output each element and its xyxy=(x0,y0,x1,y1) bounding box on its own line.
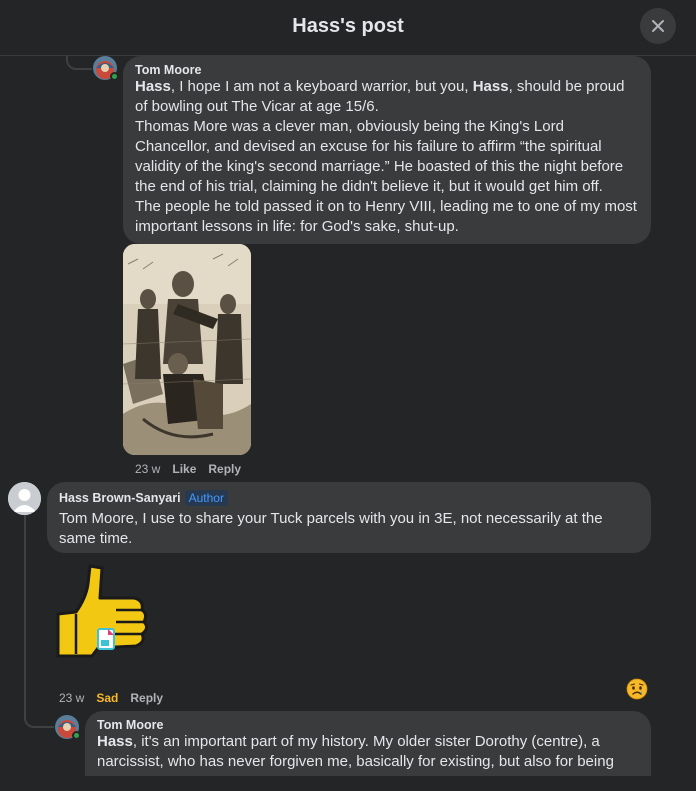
comment-timestamp[interactable]: 23 w xyxy=(59,691,84,705)
online-status-indicator xyxy=(72,731,81,740)
reply-button[interactable]: Reply xyxy=(130,691,163,705)
comment-author-row: Hass Brown-Sanyari Author xyxy=(59,490,639,506)
sad-face-icon xyxy=(626,678,648,700)
thumbs-up-icon xyxy=(56,564,149,658)
thread-connector xyxy=(24,700,54,728)
sad-reaction-button[interactable]: Sad xyxy=(96,691,118,705)
comment-author[interactable]: Tom Moore xyxy=(97,718,639,732)
like-button[interactable]: Like xyxy=(172,462,196,476)
mention-link[interactable]: Hass xyxy=(473,78,509,95)
comment-text-part: , it's an important part of my history. … xyxy=(97,733,614,770)
thread-line xyxy=(24,515,26,720)
bottom-edge xyxy=(0,776,696,791)
comment-bubble: Hass Brown-Sanyari Author Tom Moore, I us… xyxy=(47,482,651,553)
comment-bubble: Tom Moore Hass, I hope I am not a keyboa… xyxy=(123,56,651,244)
comment-text: Hass, it's an important part of my histo… xyxy=(97,732,639,772)
comment-text: Tom Moore, I use to share your Tuck parc… xyxy=(59,510,603,547)
reaction-summary[interactable] xyxy=(626,678,648,700)
mention-link[interactable]: Hass xyxy=(97,733,133,750)
thumbs-up-sticker[interactable] xyxy=(52,562,152,662)
comment-timestamp[interactable]: 23 w xyxy=(135,462,160,476)
comment-paragraph: The people he told passed it on to Henry… xyxy=(135,198,637,235)
comment-author[interactable]: Tom Moore xyxy=(135,63,639,77)
mention-link[interactable]: Hass xyxy=(135,78,171,95)
author-badge: Author xyxy=(184,490,228,506)
comment-attached-image[interactable] xyxy=(123,244,251,455)
comment-text-part: , I hope I am not a keyboard warrior, bu… xyxy=(170,78,473,95)
comment-paragraph: Thomas More was a clever man, obviously … xyxy=(135,118,624,195)
comment-text: Hass, I hope I am not a keyboard warrior… xyxy=(135,77,639,117)
post-dialog-header: Hass's post xyxy=(0,0,696,56)
comment-author[interactable]: Hass Brown-Sanyari xyxy=(59,491,181,505)
reply-button[interactable]: Reply xyxy=(208,462,241,476)
close-icon xyxy=(652,20,664,32)
avatar[interactable] xyxy=(8,482,41,515)
online-status-indicator xyxy=(110,72,119,81)
comment-actions: 23 w Like Reply xyxy=(135,462,241,476)
dialog-title: Hass's post xyxy=(292,15,404,37)
close-button[interactable] xyxy=(640,8,676,44)
comment-actions: 23 w Sad Reply xyxy=(59,691,163,705)
thread-connector xyxy=(66,56,92,70)
